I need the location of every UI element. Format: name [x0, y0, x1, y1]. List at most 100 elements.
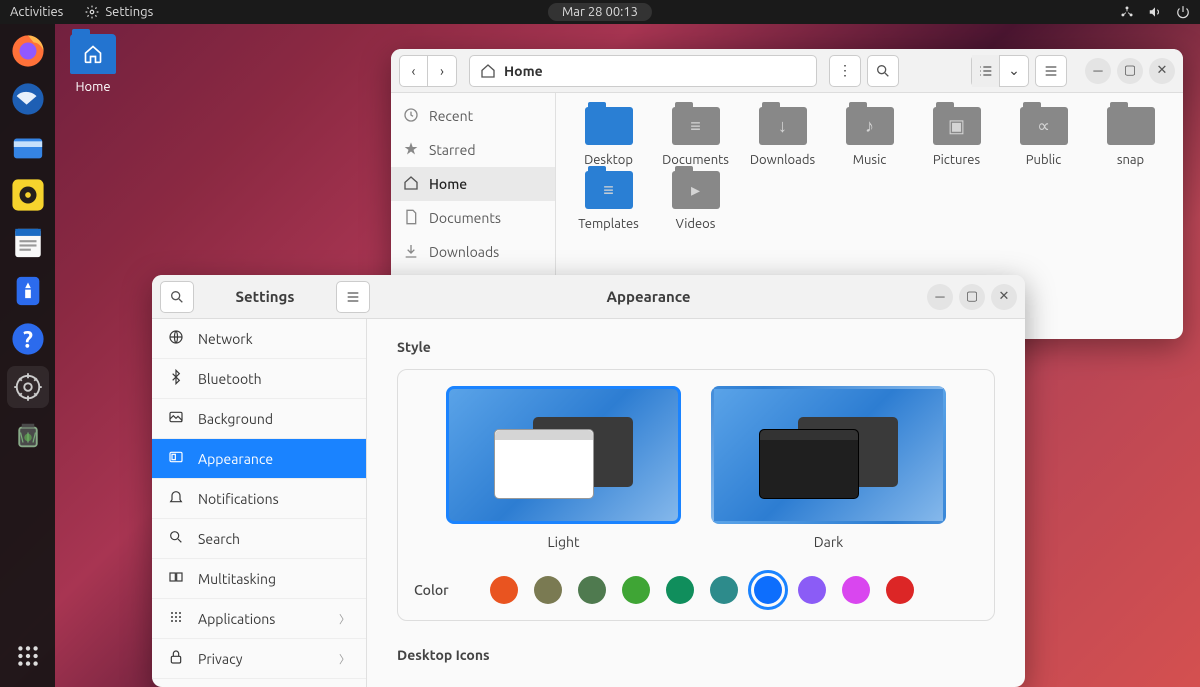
- list-view-button[interactable]: [972, 55, 1000, 87]
- close-button[interactable]: ✕: [991, 284, 1017, 310]
- color-swatch-8[interactable]: [842, 576, 870, 604]
- grid-icon: [168, 609, 184, 628]
- forward-button[interactable]: ›: [428, 55, 456, 87]
- menu-icon: [345, 289, 361, 305]
- color-label: Color: [414, 582, 474, 598]
- folder-templates[interactable]: ≡Templates: [566, 171, 651, 231]
- desktop-home-icon[interactable]: Home: [70, 34, 116, 94]
- folder-snap[interactable]: snap: [1088, 107, 1173, 167]
- settings-item-applications[interactable]: Applications〉: [152, 599, 366, 639]
- settings-main-title: Appearance: [376, 288, 921, 305]
- settings-sidebar-title: Settings: [200, 288, 330, 305]
- dock-thunderbird[interactable]: [7, 78, 49, 120]
- files-sidebar-downloads[interactable]: Downloads: [391, 235, 555, 269]
- dock-rhythmbox[interactable]: [7, 174, 49, 216]
- maximize-button[interactable]: ▢: [959, 284, 985, 310]
- settings-search-button[interactable]: [160, 281, 194, 313]
- folder-icon: ▸: [672, 171, 720, 209]
- power-icon[interactable]: [1176, 5, 1190, 19]
- dock-help[interactable]: ?: [7, 318, 49, 360]
- dock: ?: [0, 24, 55, 687]
- settings-item-bluetooth[interactable]: Bluetooth: [152, 359, 366, 399]
- files-sidebar-recent[interactable]: Recent: [391, 99, 555, 133]
- minimize-button[interactable]: ─: [1085, 58, 1111, 84]
- globe-icon: [168, 329, 184, 348]
- maximize-button[interactable]: ▢: [1117, 58, 1143, 84]
- folder-icon: [585, 107, 633, 145]
- dock-apps-grid[interactable]: [7, 635, 49, 677]
- folder-icon: ↓: [759, 107, 807, 145]
- hamburger-menu[interactable]: [1035, 55, 1067, 87]
- color-swatch-5[interactable]: [710, 576, 738, 604]
- settings-item-appearance[interactable]: Appearance: [152, 439, 366, 479]
- color-swatch-9[interactable]: [886, 576, 914, 604]
- settings-item-search[interactable]: Search: [152, 519, 366, 559]
- clock[interactable]: Mar 28 00:13: [548, 3, 652, 21]
- style-card: Light Dark Color: [397, 369, 995, 621]
- color-swatch-1[interactable]: [534, 576, 562, 604]
- top-bar: Activities Settings Mar 28 00:13: [0, 0, 1200, 24]
- color-swatch-6[interactable]: [754, 576, 782, 604]
- folder-pictures[interactable]: ▣Pictures: [914, 107, 999, 167]
- settings-item-notifications[interactable]: Notifications: [152, 479, 366, 519]
- back-button[interactable]: ‹: [400, 55, 428, 87]
- close-button[interactable]: ✕: [1149, 58, 1175, 84]
- lock-icon: [168, 649, 184, 668]
- nav-back-forward: ‹ ›: [399, 55, 457, 87]
- settings-item-background[interactable]: Background: [152, 399, 366, 439]
- color-swatch-2[interactable]: [578, 576, 606, 604]
- color-swatch-7[interactable]: [798, 576, 826, 604]
- dock-settings[interactable]: [7, 366, 49, 408]
- chevron-right-icon: 〉: [339, 651, 350, 667]
- location-bar[interactable]: Home: [469, 55, 817, 87]
- view-dropdown[interactable]: ⌄: [1000, 55, 1028, 87]
- down-icon: [403, 243, 419, 262]
- settings-item-privacy[interactable]: Privacy〉: [152, 639, 366, 679]
- search-button[interactable]: [867, 55, 899, 87]
- folder-desktop[interactable]: Desktop: [566, 107, 651, 167]
- dock-trash[interactable]: [7, 414, 49, 456]
- files-sidebar-starred[interactable]: Starred: [391, 133, 555, 167]
- light-thumbnail: [446, 386, 681, 524]
- folder-music[interactable]: ♪Music: [827, 107, 912, 167]
- folder-downloads[interactable]: ↓Downloads: [740, 107, 825, 167]
- bg-icon: [168, 409, 184, 428]
- folder-public[interactable]: ∝Public: [1001, 107, 1086, 167]
- dock-writer[interactable]: [7, 222, 49, 264]
- settings-sidebar: NetworkBluetoothBackgroundAppearanceNoti…: [152, 319, 367, 687]
- style-dark[interactable]: Dark: [711, 386, 946, 550]
- clock-icon: [403, 107, 419, 126]
- folder-videos[interactable]: ▸Videos: [653, 171, 738, 231]
- svg-text:?: ?: [23, 328, 33, 353]
- search-icon: [168, 529, 184, 548]
- dock-files[interactable]: [7, 126, 49, 168]
- menu-icon: [1043, 63, 1059, 79]
- files-titlebar: ‹ › Home ⋮ ⌄ ─ ▢ ✕: [391, 49, 1183, 93]
- network-icon[interactable]: [1120, 5, 1134, 19]
- app-icon: [168, 449, 184, 468]
- doc-icon: [403, 209, 419, 228]
- settings-main: Style Light Dark: [367, 319, 1025, 687]
- dock-firefox[interactable]: [7, 30, 49, 72]
- files-sidebar-home[interactable]: Home: [391, 167, 555, 201]
- home-icon: [403, 175, 419, 194]
- color-swatch-0[interactable]: [490, 576, 518, 604]
- folder-documents[interactable]: ≡Documents: [653, 107, 738, 167]
- files-sidebar-documents[interactable]: Documents: [391, 201, 555, 235]
- volume-icon[interactable]: [1148, 5, 1162, 19]
- color-swatch-4[interactable]: [666, 576, 694, 604]
- minimize-button[interactable]: ─: [927, 284, 953, 310]
- settings-item-network[interactable]: Network: [152, 319, 366, 359]
- dock-software[interactable]: [7, 270, 49, 312]
- settings-item-multitasking[interactable]: Multitasking: [152, 559, 366, 599]
- style-light[interactable]: Light: [446, 386, 681, 550]
- dark-thumbnail: [711, 386, 946, 524]
- color-row: Color: [414, 568, 978, 604]
- folder-icon: ≡: [585, 171, 633, 209]
- kebab-menu[interactable]: ⋮: [829, 55, 861, 87]
- search-icon: [169, 289, 185, 305]
- color-swatch-3[interactable]: [622, 576, 650, 604]
- activities-button[interactable]: Activities: [10, 5, 63, 19]
- app-menu[interactable]: Settings: [85, 5, 153, 19]
- settings-hamburger[interactable]: [336, 281, 370, 313]
